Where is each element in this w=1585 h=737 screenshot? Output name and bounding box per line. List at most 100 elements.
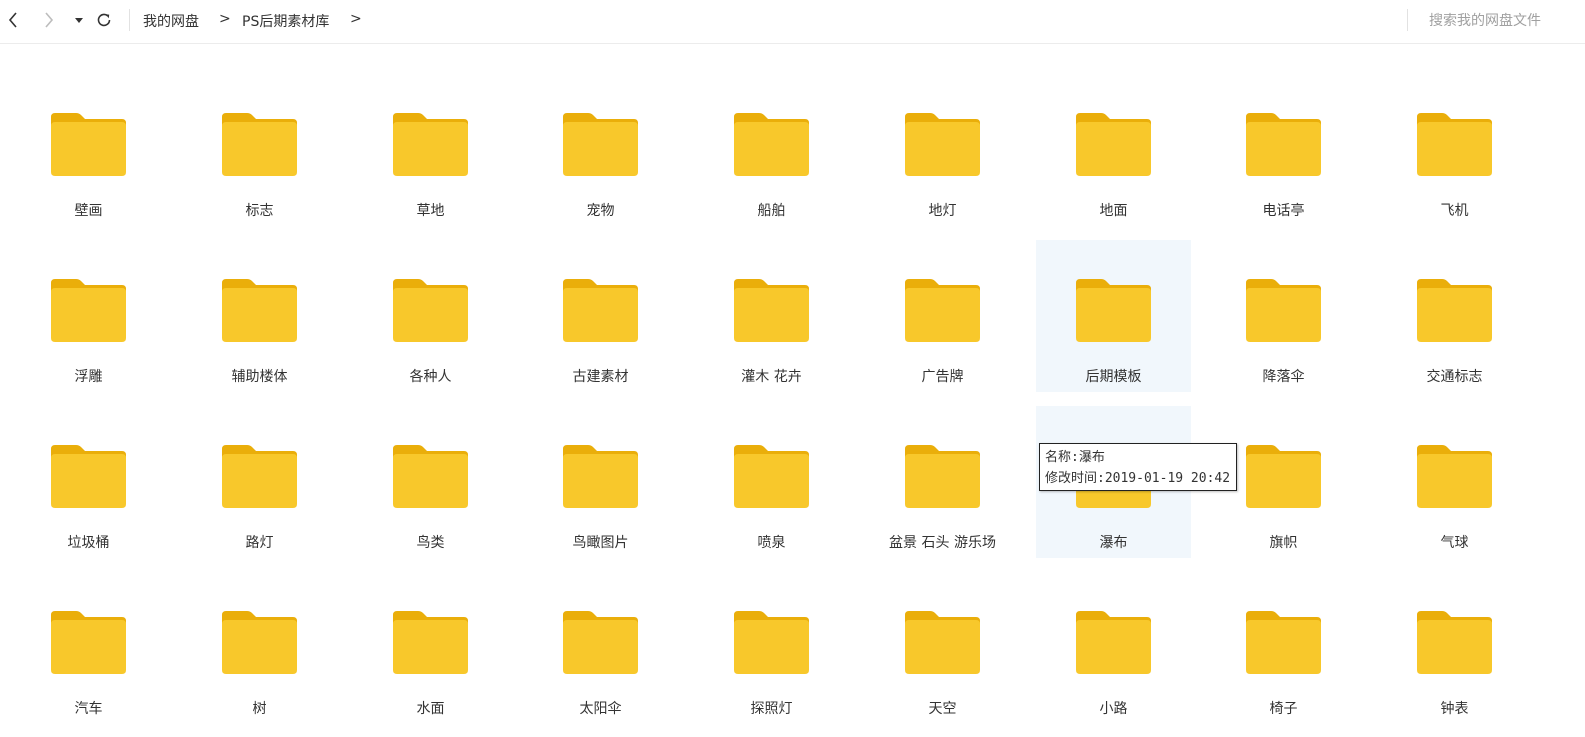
folder-item[interactable]: 汽车 [11, 572, 166, 724]
folder-label: 飞机 [1440, 203, 1469, 219]
breadcrumb-separator: > [350, 11, 362, 27]
folder-item[interactable]: 地灯 [865, 74, 1020, 226]
folder-icon [222, 445, 297, 508]
folder-item[interactable]: 宠物 [523, 74, 678, 226]
breadcrumb-separator: > [219, 11, 231, 27]
folder-label: 太阳伞 [579, 701, 622, 717]
folder-label: 古建素材 [572, 369, 629, 385]
folder-item[interactable]: 电话亭 [1206, 74, 1361, 226]
folder-icon [1417, 279, 1492, 342]
folder-item[interactable]: 垃圾桶 [11, 406, 166, 558]
folder-item[interactable]: 盆景 石头 游乐场 [865, 406, 1020, 558]
breadcrumb-item-root[interactable]: 我的网盘 [143, 11, 199, 31]
folder-label: 电话亭 [1262, 203, 1305, 219]
folder-label: 小路 [1099, 701, 1128, 717]
folder-label: 椅子 [1269, 701, 1298, 717]
folder-icon [1076, 611, 1151, 674]
folder-icon [51, 279, 126, 342]
folder-label: 船舶 [757, 203, 786, 219]
folder-label: 旗帜 [1269, 535, 1298, 551]
folder-label: 后期模板 [1085, 369, 1142, 385]
folder-item[interactable]: 水面 [353, 572, 508, 724]
folder-label: 标志 [245, 203, 274, 219]
folder-item[interactable]: 壁画 [11, 74, 166, 226]
folder-icon [563, 279, 638, 342]
folder-item[interactable]: 喷泉 [694, 406, 849, 558]
folder-label: 瀑布 [1099, 535, 1128, 551]
folder-label: 地面 [1099, 203, 1128, 219]
folder-item[interactable]: 古建素材 [523, 240, 678, 392]
folder-icon [734, 611, 809, 674]
forward-button[interactable] [40, 10, 58, 30]
folder-icon [1076, 279, 1151, 342]
history-dropdown-button[interactable] [70, 10, 88, 30]
folder-icon [905, 611, 980, 674]
folder-icon [51, 113, 126, 176]
tooltip-name: 名称:瀑布 [1045, 450, 1105, 465]
folder-item[interactable]: 太阳伞 [523, 572, 678, 724]
folder-item[interactable]: 标志 [182, 74, 337, 226]
folder-icon [563, 445, 638, 508]
folder-item[interactable]: 飞机 [1377, 74, 1532, 226]
folder-icon [393, 279, 468, 342]
folder-label: 浮雕 [74, 369, 103, 385]
folder-icon [905, 113, 980, 176]
folder-item[interactable]: 浮雕 [11, 240, 166, 392]
folder-icon [51, 611, 126, 674]
folder-item[interactable]: 船舶 [694, 74, 849, 226]
folder-icon [222, 113, 297, 176]
folder-item[interactable]: 天空 [865, 572, 1020, 724]
folder-item[interactable]: 鸟瞰图片 [523, 406, 678, 558]
folder-label: 探照灯 [750, 701, 793, 717]
toolbar: 我的网盘 > PS后期素材库 > [0, 0, 1585, 44]
folder-label: 喷泉 [757, 535, 786, 551]
folder-item[interactable]: 路灯 [182, 406, 337, 558]
folder-icon [51, 445, 126, 508]
folder-item[interactable]: 气球 [1377, 406, 1532, 558]
folder-item[interactable]: 降落伞 [1206, 240, 1361, 392]
folder-item[interactable]: 后期模板 [1036, 240, 1191, 392]
folder-icon [1246, 279, 1321, 342]
folder-item[interactable]: 钟表 [1377, 572, 1532, 724]
folder-item[interactable]: 地面 [1036, 74, 1191, 226]
folder-label: 树 [252, 701, 267, 717]
folder-label: 壁画 [74, 203, 103, 219]
folder-item[interactable]: 广告牌 [865, 240, 1020, 392]
folder-item[interactable]: 交通标志 [1377, 240, 1532, 392]
folder-item[interactable]: 探照灯 [694, 572, 849, 724]
folder-icon [393, 445, 468, 508]
folder-label: 灌木 花卉 [741, 369, 802, 385]
folder-icon [1076, 113, 1151, 176]
search-divider [1407, 9, 1408, 31]
folder-label: 草地 [416, 203, 445, 219]
folder-grid: 壁画 标志 草地 宠物 船舶 地灯 地面 电话亭 飞机浮雕 辅助楼体 各种人 古建素材 灌木 花卉 广告牌… [0, 44, 1585, 737]
folder-icon [393, 113, 468, 176]
search-input[interactable] [1417, 8, 1585, 34]
breadcrumb-item-current[interactable]: PS后期素材库 [242, 11, 329, 31]
chevron-right-icon [45, 12, 54, 28]
folder-label: 广告牌 [921, 369, 964, 385]
folder-label: 钟表 [1440, 701, 1469, 717]
folder-item[interactable]: 树 [182, 572, 337, 724]
folder-item[interactable]: 辅助楼体 [182, 240, 337, 392]
folder-item[interactable]: 小路 [1036, 572, 1191, 724]
folder-item[interactable]: 椅子 [1206, 572, 1361, 724]
folder-item[interactable]: 草地 [353, 74, 508, 226]
folder-item[interactable]: 鸟类 [353, 406, 508, 558]
folder-label: 鸟类 [416, 535, 445, 551]
folder-icon [1246, 445, 1321, 508]
folder-label: 地灯 [928, 203, 957, 219]
folder-label: 汽车 [74, 701, 103, 717]
folder-label: 降落伞 [1262, 369, 1305, 385]
folder-item[interactable]: 灌木 花卉 [694, 240, 849, 392]
folder-label: 气球 [1440, 535, 1469, 551]
folder-label: 辅助楼体 [231, 369, 288, 385]
folder-item[interactable]: 各种人 [353, 240, 508, 392]
refresh-icon [97, 13, 111, 27]
folder-icon [734, 279, 809, 342]
caret-down-icon [75, 18, 83, 23]
folder-label: 天空 [928, 701, 957, 717]
refresh-button[interactable] [95, 10, 113, 30]
folder-icon [1417, 113, 1492, 176]
back-button[interactable] [4, 10, 22, 30]
